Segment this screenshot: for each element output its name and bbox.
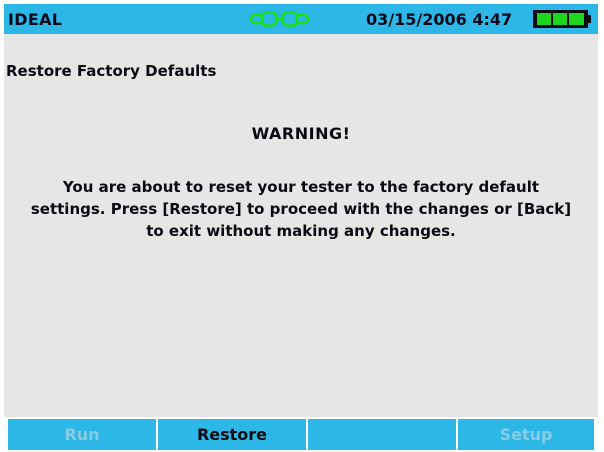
- link-icon: [250, 11, 310, 27]
- status-bar: IDEAL 03/15/2006 4:47: [4, 4, 598, 34]
- warning-line-2: settings. Press [Restore] to proceed wit…: [30, 200, 572, 218]
- page-title: Restore Factory Defaults: [6, 62, 217, 80]
- warning-line-3: to exit without making any changes.: [146, 222, 456, 240]
- softkey-bar: Run Restore Setup: [4, 417, 598, 450]
- device-screen: IDEAL 03/15/2006 4:47 Restore Factory De…: [4, 4, 598, 450]
- warning-line-1: You are about to reset your tester to th…: [62, 178, 540, 196]
- datetime-display: 03/15/2006 4:47: [366, 10, 513, 29]
- battery-full-icon: [533, 10, 591, 28]
- warning-message: You are about to reset your tester to th…: [4, 176, 598, 242]
- warning-heading: WARNING!: [251, 124, 351, 143]
- blank-softkey[interactable]: [308, 419, 456, 450]
- setup-softkey[interactable]: Setup: [458, 419, 594, 450]
- brand-label: IDEAL: [8, 10, 63, 29]
- run-softkey[interactable]: Run: [8, 419, 156, 450]
- restore-softkey[interactable]: Restore: [158, 419, 306, 450]
